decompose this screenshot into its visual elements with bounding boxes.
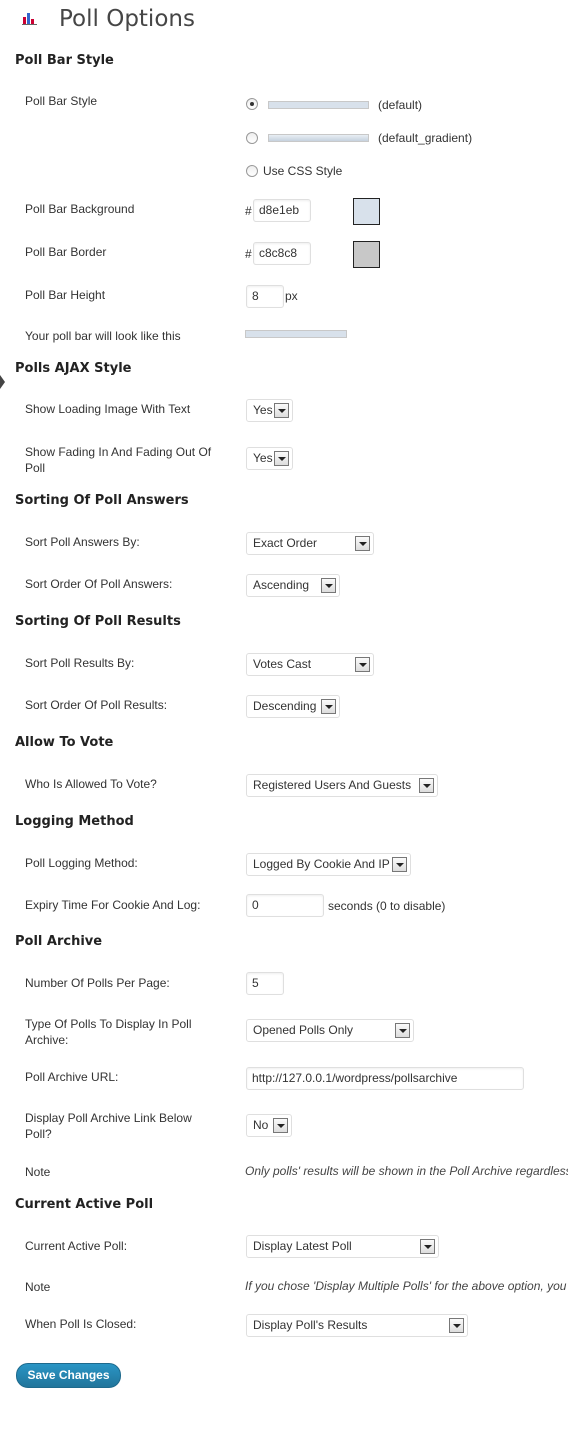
chevron-down-icon <box>355 536 370 551</box>
who-vote-select[interactable]: Registered Users And Guests <box>246 774 438 797</box>
chevron-down-icon <box>420 1239 435 1254</box>
archive-type-value: Opened Polls Only <box>253 1023 354 1037</box>
section-poll-archive: Poll Archive <box>15 934 103 949</box>
archive-type-label: Type Of Polls To Display In Poll Archive… <box>25 1017 192 1047</box>
bar-style-default-label: (default) <box>378 98 423 112</box>
polls-per-page-input[interactable]: 5 <box>246 972 284 995</box>
who-vote-value: Registered Users And Guests <box>253 778 412 792</box>
chevron-down-icon <box>274 403 289 418</box>
fading-label: Show Fading In And Fading Out Of Poll <box>25 445 212 475</box>
bar-preview-gradient <box>268 134 369 142</box>
bar-preview <box>245 330 347 338</box>
bar-background-input[interactable]: d8e1eb <box>253 199 311 222</box>
sort-answers-order-select[interactable]: Ascending <box>246 574 340 597</box>
archive-note-text: Only polls' results will be shown in the… <box>245 1164 568 1178</box>
poll-bar-border-label: Poll Bar Border <box>25 245 107 259</box>
loading-image-label: Show Loading Image With Text <box>25 402 191 416</box>
expiry-input[interactable]: 0 <box>246 894 324 917</box>
section-current-active-poll: Current Active Poll <box>15 1197 154 1212</box>
bar-background-swatch <box>353 198 380 225</box>
poll-closed-label: When Poll Is Closed: <box>25 1317 137 1331</box>
current-note-text: If you chose 'Display Multiple Polls' fo… <box>245 1279 567 1293</box>
poll-closed-value: Display Poll's Results <box>253 1318 368 1332</box>
page-title: Poll Options <box>59 6 195 32</box>
bar-style-radio-css[interactable] <box>246 165 258 177</box>
archive-link-value: No <box>253 1118 269 1132</box>
archive-link-select[interactable]: No <box>246 1114 292 1137</box>
sort-answers-by-label: Sort Poll Answers By: <box>25 535 140 549</box>
chevron-down-icon <box>274 451 289 466</box>
section-ajax-style: Polls AJAX Style <box>15 361 132 376</box>
sort-answers-order-value: Ascending <box>253 578 310 592</box>
loading-image-value: Yes <box>253 403 273 417</box>
section-sort-answers: Sorting Of Poll Answers <box>15 493 189 508</box>
chevron-down-icon <box>419 778 434 793</box>
fading-value: Yes <box>253 451 273 465</box>
sort-results-by-label: Sort Poll Results By: <box>25 656 135 670</box>
section-allow-to-vote: Allow To Vote <box>15 735 114 750</box>
hash-symbol: # <box>245 247 252 261</box>
sort-results-order-label: Sort Order Of Poll Results: <box>25 698 168 712</box>
polls-per-page-label: Number Of Polls Per Page: <box>25 976 170 990</box>
sort-results-order-value: Descending <box>253 699 317 713</box>
collapse-arrow-icon[interactable] <box>0 375 5 389</box>
bar-height-unit: px <box>285 289 298 303</box>
fading-select[interactable]: Yes <box>246 447 293 470</box>
logging-method-select[interactable]: Logged By Cookie And IP <box>246 853 411 876</box>
poll-closed-select[interactable]: Display Poll's Results <box>246 1314 468 1337</box>
logging-method-value: Logged By Cookie And IP <box>253 857 390 871</box>
bar-height-input[interactable]: 8 <box>246 285 284 308</box>
archive-url-label: Poll Archive URL: <box>25 1070 119 1084</box>
archive-type-select[interactable]: Opened Polls Only <box>246 1019 414 1042</box>
chevron-down-icon <box>321 699 336 714</box>
sort-results-order-select[interactable]: Descending <box>246 695 340 718</box>
bar-style-css-label: Use CSS Style <box>263 164 343 178</box>
bar-style-radio-gradient[interactable] <box>246 132 258 144</box>
sort-results-by-value: Votes Cast <box>253 657 312 671</box>
current-active-select[interactable]: Display Latest Poll <box>246 1235 439 1258</box>
archive-link-label: Display Poll Archive Link Below Poll? <box>25 1111 192 1141</box>
poll-chart-icon <box>22 11 38 25</box>
sort-answers-by-value: Exact Order <box>253 536 318 550</box>
expiry-hint: seconds (0 to disable) <box>328 899 446 913</box>
save-changes-button[interactable]: Save Changes <box>16 1363 121 1388</box>
poll-bar-height-label: Poll Bar Height <box>25 288 106 302</box>
hash-symbol: # <box>245 204 252 218</box>
who-vote-label: Who Is Allowed To Vote? <box>25 777 157 791</box>
chevron-down-icon <box>321 578 336 593</box>
chevron-down-icon <box>392 857 407 872</box>
poll-bar-background-label: Poll Bar Background <box>25 202 135 216</box>
chevron-down-icon <box>395 1023 410 1038</box>
expiry-label: Expiry Time For Cookie And Log: <box>25 898 201 912</box>
sort-results-by-select[interactable]: Votes Cast <box>246 653 374 676</box>
current-active-label: Current Active Poll: <box>25 1239 128 1253</box>
current-active-value: Display Latest Poll <box>253 1239 352 1253</box>
section-poll-bar-style: Poll Bar Style <box>15 53 114 68</box>
chevron-down-icon <box>355 657 370 672</box>
loading-image-select[interactable]: Yes <box>246 399 293 422</box>
bar-style-radio-default[interactable] <box>246 98 258 110</box>
logging-method-label: Poll Logging Method: <box>25 856 138 870</box>
bar-border-swatch <box>353 241 380 268</box>
poll-bar-style-label: Poll Bar Style <box>25 94 98 108</box>
archive-url-input[interactable]: http://127.0.0.1/wordpress/pollsarchive <box>246 1067 524 1090</box>
sort-answers-order-label: Sort Order Of Poll Answers: <box>25 577 173 591</box>
sort-answers-by-select[interactable]: Exact Order <box>246 532 374 555</box>
section-logging-method: Logging Method <box>15 814 134 829</box>
bar-preview-default <box>268 101 369 109</box>
archive-note-label: Note <box>25 1165 51 1179</box>
bar-preview-label: Your poll bar will look like this <box>25 329 181 343</box>
chevron-down-icon <box>273 1118 288 1133</box>
current-note-label: Note <box>25 1280 51 1294</box>
bar-border-input[interactable]: c8c8c8 <box>253 242 311 265</box>
bar-style-gradient-label: (default_gradient) <box>378 131 473 145</box>
section-sort-results: Sorting Of Poll Results <box>15 614 181 629</box>
chevron-down-icon <box>449 1318 464 1333</box>
